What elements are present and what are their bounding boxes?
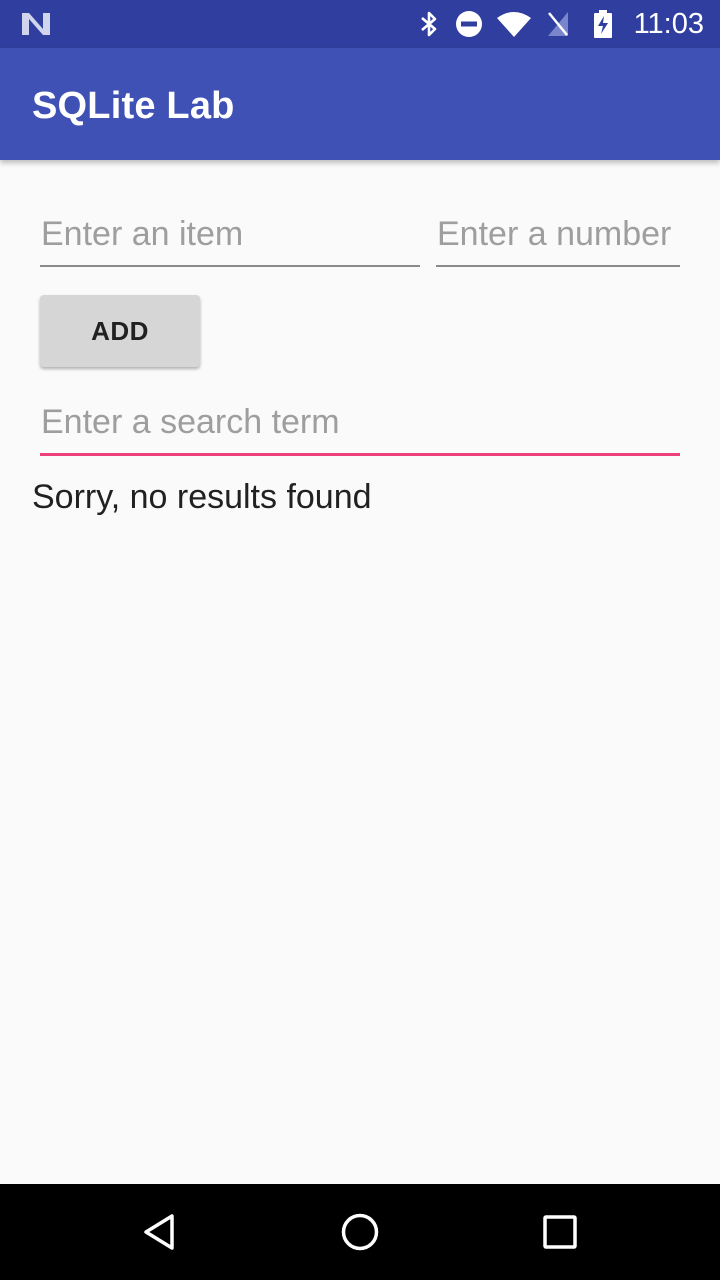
home-icon [341,1213,379,1251]
battery-charging-icon [594,10,612,38]
add-button[interactable]: ADD [40,295,200,367]
status-clock: 11:03 [633,8,704,40]
home-button[interactable] [330,1202,390,1262]
app-bar: SQLite Lab [0,48,720,160]
do-not-disturb-icon [456,11,482,37]
navigation-bar [0,1184,720,1280]
bluetooth-icon [421,11,437,37]
back-button[interactable] [130,1202,190,1262]
recents-button[interactable] [530,1202,590,1262]
recents-icon [543,1215,577,1249]
status-bar: 11:03 [0,0,720,48]
main-content: ADD Sorry, no results found [0,160,720,1184]
item-input[interactable] [40,212,420,267]
number-input[interactable] [436,212,680,267]
search-input[interactable] [40,400,680,456]
app-title: SQLite Lab [32,85,235,127]
no-results-message: Sorry, no results found [32,478,372,516]
n-logo-icon [22,13,50,35]
no-signal-icon [548,12,568,36]
back-icon [144,1214,174,1250]
wifi-icon [497,12,531,37]
